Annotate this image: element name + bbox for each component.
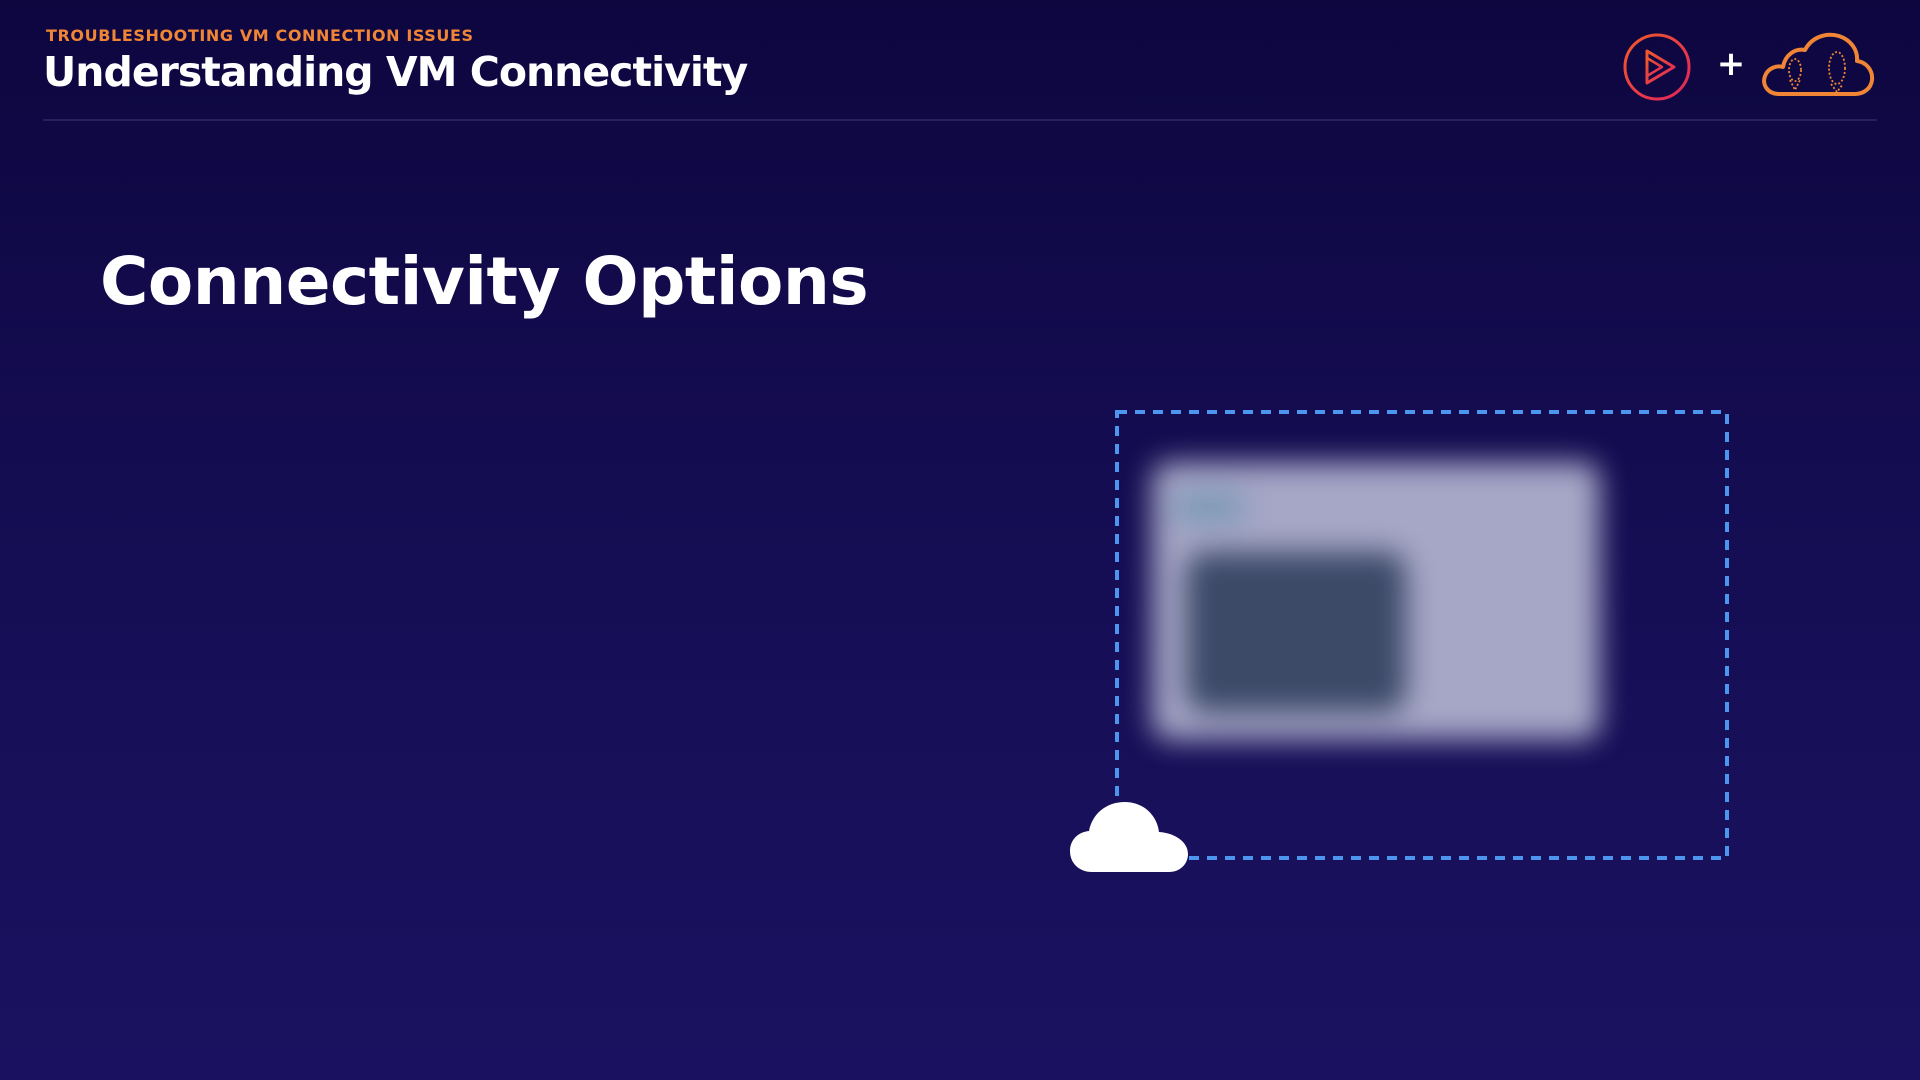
header-divider bbox=[43, 119, 1877, 121]
play-circle-icon bbox=[1623, 33, 1691, 101]
blurred-window-panel bbox=[1186, 552, 1406, 712]
logo-separator: + bbox=[1716, 44, 1746, 84]
blurred-window-highlight bbox=[1174, 492, 1244, 522]
section-title: Connectivity Options bbox=[100, 243, 869, 320]
page-title: Understanding VM Connectivity bbox=[43, 48, 748, 96]
header-eyebrow: TROUBLESHOOTING VM CONNECTION ISSUES bbox=[46, 26, 474, 45]
brand-logos: + bbox=[1622, 30, 1877, 105]
cloud-icon bbox=[1070, 802, 1188, 872]
blurred-vm-window bbox=[1152, 462, 1600, 740]
connectivity-diagram bbox=[1070, 410, 1740, 880]
slide-header: TROUBLESHOOTING VM CONNECTION ISSUES Und… bbox=[43, 26, 1877, 121]
cloud-guru-icon bbox=[1762, 32, 1875, 96]
